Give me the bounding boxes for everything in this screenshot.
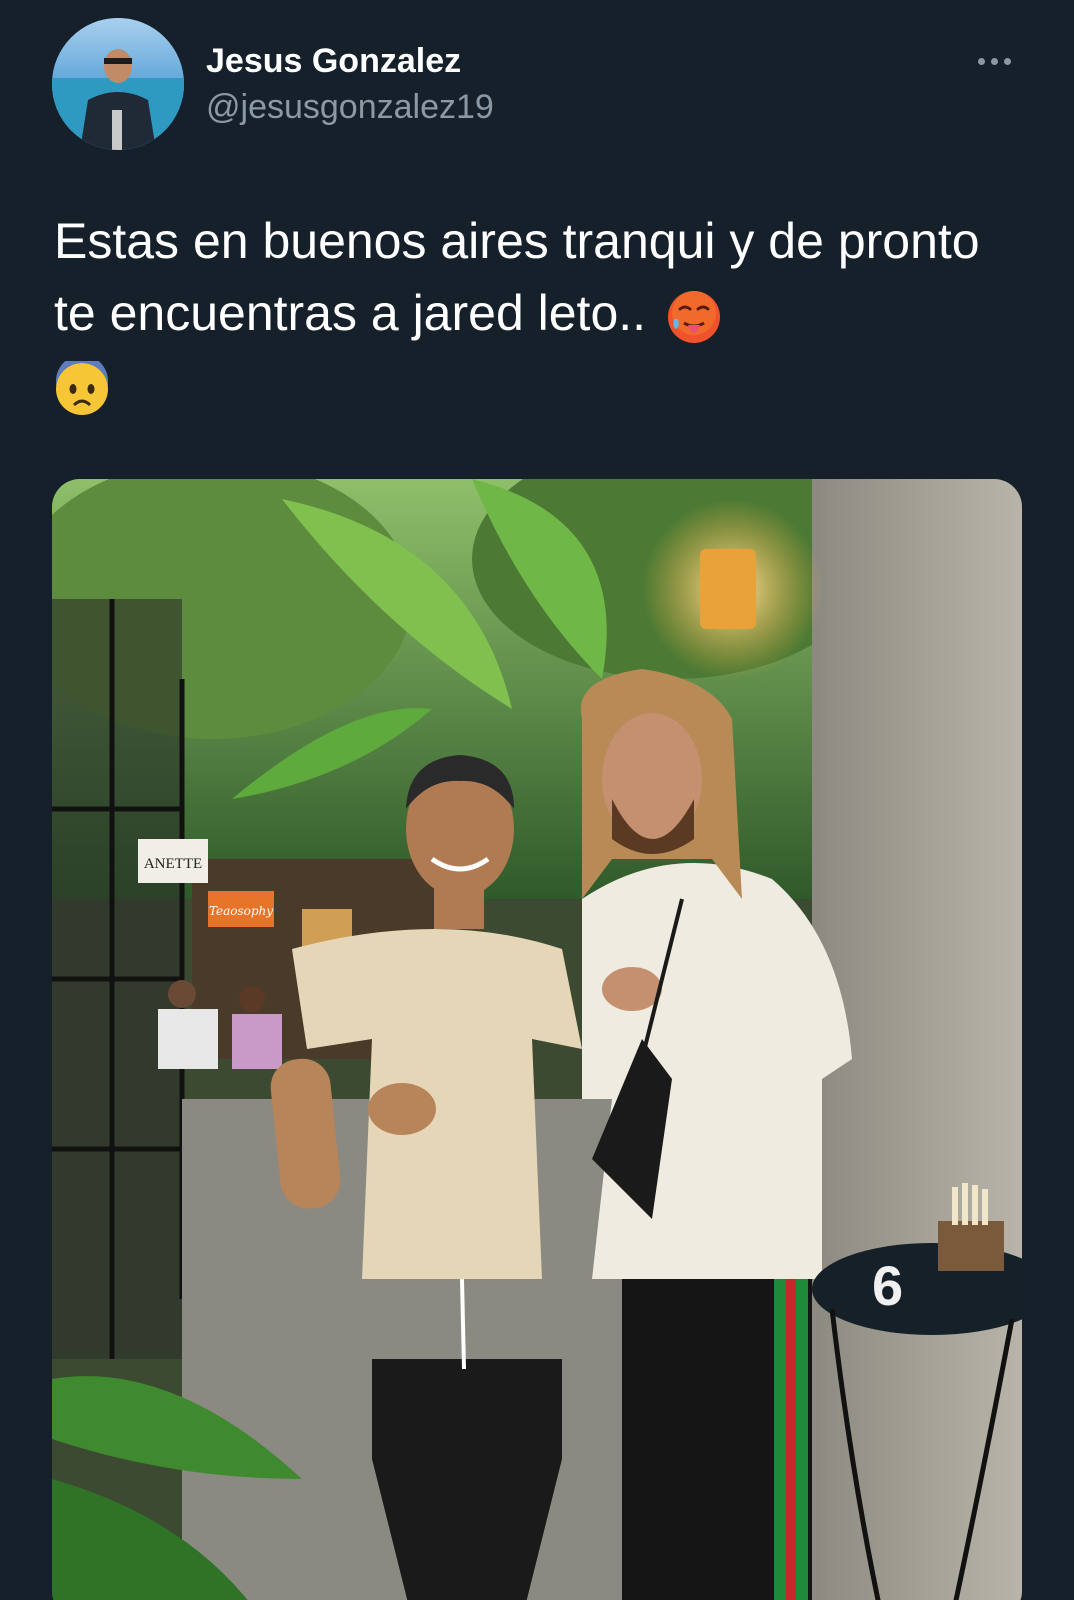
more-dots-icon	[1003, 57, 1011, 65]
more-dots-icon	[977, 57, 985, 65]
table-number: 6	[872, 1254, 903, 1317]
author-info: Jesus Gonzalez @jesusgonzalez19	[206, 38, 494, 130]
orange-sign: Teaosophy	[209, 904, 273, 918]
author-handle[interactable]: @jesusgonzalez19	[206, 84, 494, 130]
more-dots-icon	[990, 57, 998, 65]
tweet: Jesus Gonzalez @jesusgonzalez19 Estas en…	[0, 0, 1074, 1600]
hot-face-emoji-icon	[666, 289, 722, 345]
shop-sign: ANETTE	[144, 856, 202, 872]
tweet-text: Estas en buenos aires tranqui y de pront…	[54, 205, 994, 421]
profile-photo-icon	[52, 18, 184, 150]
avatar[interactable]	[52, 18, 184, 150]
author-display-name[interactable]: Jesus Gonzalez	[206, 38, 494, 84]
tweet-photo[interactable]: ANETTE Teaosophy 6	[52, 479, 1022, 1600]
more-options-button[interactable]	[964, 46, 1024, 76]
anxious-face-emoji-icon	[54, 360, 110, 417]
tweet-body: Estas en buenos aires tranqui y de pront…	[54, 213, 980, 341]
photo-illustration: ANETTE Teaosophy 6	[52, 479, 1022, 1600]
